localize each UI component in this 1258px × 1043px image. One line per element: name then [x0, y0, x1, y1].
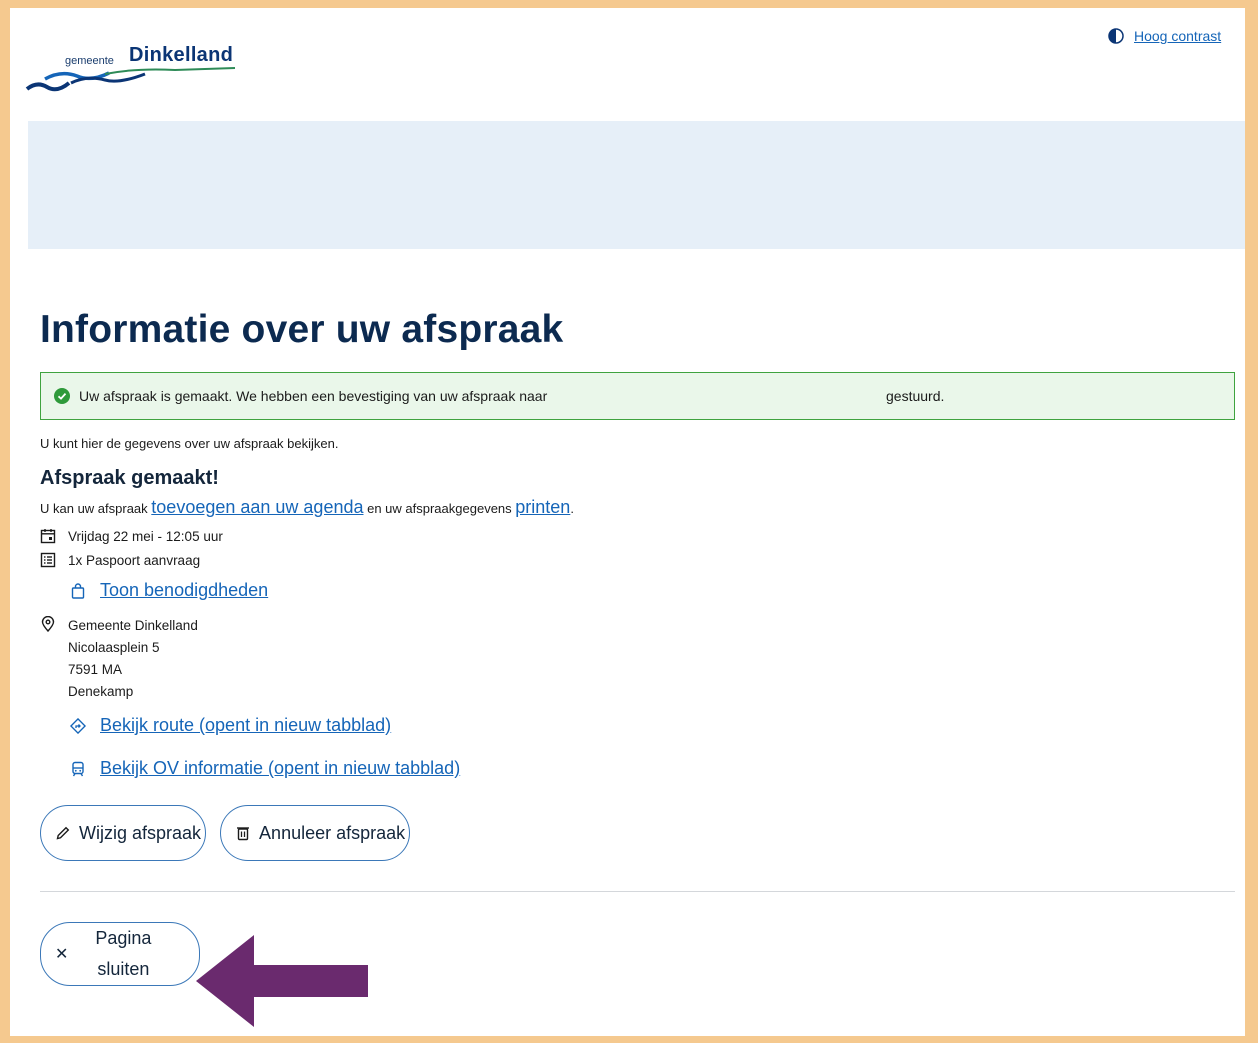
train-icon	[72, 761, 84, 776]
hero-banner	[28, 121, 1245, 249]
add-to-calendar-link[interactable]: toevoegen aan uw agenda	[151, 497, 363, 517]
agenda-line: U kan uw afspraak toevoegen aan uw agend…	[40, 497, 1235, 518]
logo-waves-icon	[25, 67, 236, 92]
address-lines: Gemeente Dinkelland Nicolaasplein 5 7591…	[68, 615, 198, 703]
pencil-icon	[56, 826, 70, 840]
intro-text: U kunt hier de gegevens over uw afspraak…	[40, 436, 339, 451]
close-icon: ✕	[55, 946, 69, 963]
high-contrast-link[interactable]: Hoog contrast	[1134, 28, 1221, 44]
divider	[40, 891, 1235, 892]
action-buttons: Wijzig afspraak Annuleer afspraak	[40, 805, 1235, 861]
main-content: Informatie over uw afspraak Uw afspraak …	[40, 308, 1235, 986]
print-link[interactable]: printen	[515, 497, 570, 517]
date-row: Vrijdag 22 mei - 12:05 uur	[40, 528, 1235, 544]
high-contrast-toggle[interactable]: Hoog contrast	[1108, 28, 1221, 44]
ov-row: Bekijk OV informatie (opent in nieuw tab…	[70, 758, 1235, 779]
appointment-subtitle: Afspraak gemaakt!	[40, 467, 219, 489]
route-row: Bekijk route (opent in nieuw tabblad)	[70, 715, 1235, 736]
change-appointment-button[interactable]: Wijzig afspraak	[40, 805, 207, 861]
ov-info-link[interactable]: Bekijk OV informatie (opent in nieuw tab…	[100, 758, 460, 779]
address-line: Denekamp	[68, 684, 134, 699]
address-block: Gemeente Dinkelland Nicolaasplein 5 7591…	[40, 615, 1235, 703]
annotation-arrow-icon	[196, 935, 368, 1027]
agenda-middle: en uw afspraakgegevens	[367, 501, 512, 516]
calendar-icon	[40, 529, 56, 544]
alert-suffix: gestuurd.	[886, 388, 945, 404]
cancel-appointment-label: Annuleer afspraak	[259, 822, 406, 843]
check-circle-icon	[54, 388, 70, 404]
directions-icon	[70, 717, 86, 734]
location-pin-icon	[41, 616, 55, 632]
list-icon	[40, 552, 56, 568]
appointment-date: Vrijdag 22 mei - 12:05 uur	[68, 528, 223, 544]
shopping-bag-icon	[71, 582, 85, 599]
close-page-button[interactable]: ✕ Pagina sluiten	[40, 922, 200, 986]
contrast-icon	[1108, 28, 1124, 44]
change-appointment-label: Wijzig afspraak	[79, 822, 202, 843]
show-requirements-link[interactable]: Toon benodigdheden	[100, 580, 268, 601]
trash-icon	[237, 827, 250, 841]
address-line: Gemeente Dinkelland	[68, 618, 198, 633]
page-title: Informatie over uw afspraak	[40, 308, 564, 351]
route-link[interactable]: Bekijk route (opent in nieuw tabblad)	[100, 715, 391, 736]
close-page-label: Pagina sluiten	[95, 928, 152, 979]
product-row: 1x Paspoort aanvraag	[40, 552, 1235, 568]
cancel-appointment-button[interactable]: Annuleer afspraak	[220, 805, 411, 861]
appointment-product: 1x Paspoort aanvraag	[68, 552, 201, 568]
agenda-prefix: U kan uw afspraak	[40, 501, 148, 516]
address-line: 7591 MA	[68, 662, 123, 677]
success-alert: Uw afspraak is gemaakt. We hebben een be…	[40, 372, 1235, 420]
logo[interactable]: gemeente Dinkelland	[25, 38, 255, 98]
alert-text: Uw afspraak is gemaakt. We hebben een be…	[79, 388, 548, 404]
page-frame: gemeente Dinkelland Hoog contrast Inform…	[10, 8, 1245, 1036]
address-line: Nicolaasplein 5	[68, 640, 160, 655]
requirements-row: Toon benodigdheden	[70, 580, 1235, 601]
agenda-end: .	[570, 501, 574, 516]
